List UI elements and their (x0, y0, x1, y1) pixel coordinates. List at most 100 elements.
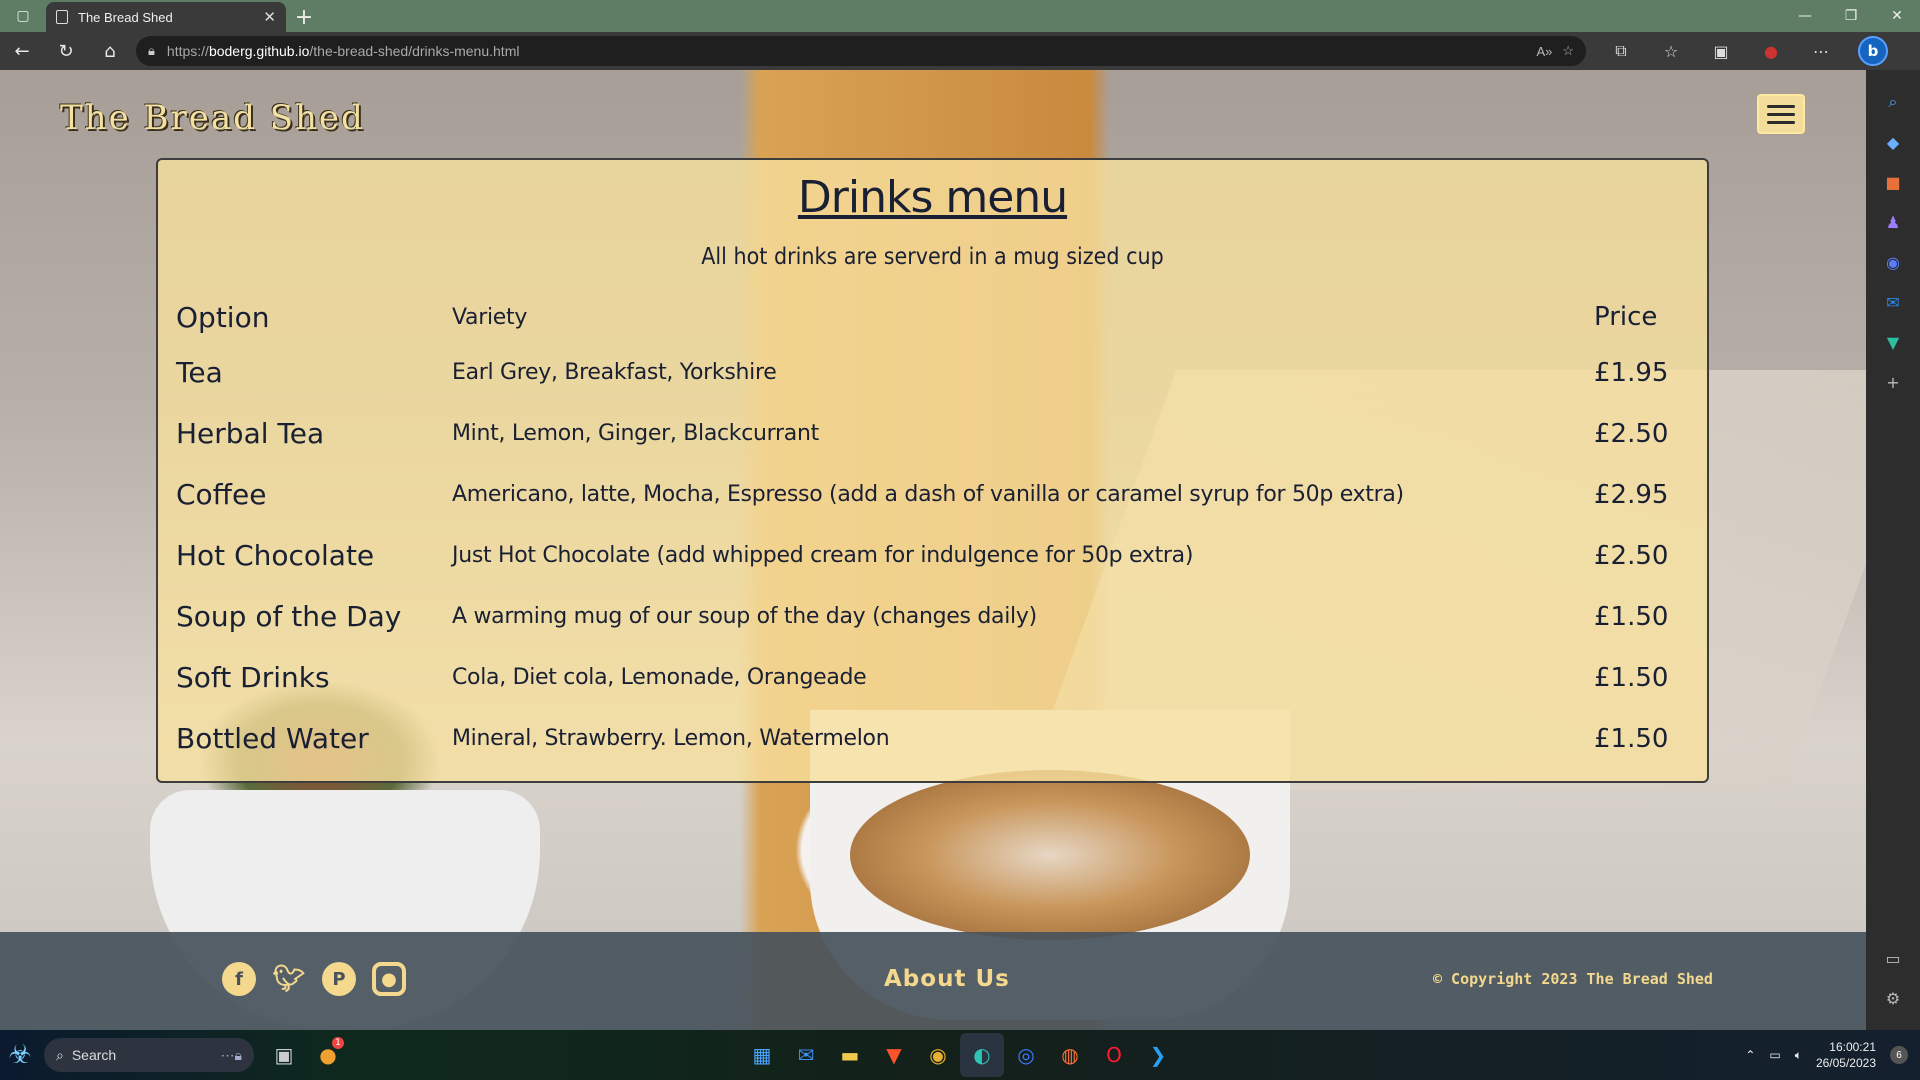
page-viewport: The Bread Shed Drinks menu All hot drink… (0, 70, 1866, 1030)
clock[interactable]: 16:00:21 26/05/2023 (1816, 1039, 1876, 1071)
tab-title: The Bread Shed (78, 9, 173, 25)
browser-tab[interactable]: The Bread Shed ✕ (46, 2, 286, 32)
drinks-table: Option Variety Price Tea Earl Grey, Brea… (176, 292, 1706, 769)
table-row: Soup of the Day A warming mug of our sou… (176, 586, 1706, 647)
favorites-icon[interactable]: ☆ (1646, 32, 1696, 70)
notification-badge[interactable]: 6 (1890, 1046, 1908, 1064)
chevron-up-icon[interactable]: ⌃ (1745, 1048, 1755, 1062)
menu-title: Drinks menu (797, 172, 1068, 223)
office-icon[interactable]: ◉ (1878, 242, 1908, 282)
about-us-link[interactable]: About Us (884, 966, 1010, 992)
window-close-icon[interactable]: ✕ (1874, 0, 1920, 32)
mail-icon[interactable]: ✉ (784, 1033, 828, 1077)
window-controls: — ❐ ✕ (1782, 0, 1920, 32)
file-explorer-icon[interactable]: ▬ (828, 1033, 872, 1077)
variety-cell: Mint, Lemon, Ginger, Blackcurrant (452, 421, 819, 446)
twitter-icon[interactable]: 🐦︎ (272, 962, 306, 996)
bing-chat-icon[interactable]: b (1858, 36, 1888, 66)
tools-icon[interactable]: ■ (1878, 162, 1908, 202)
profile-icon[interactable]: ● (1746, 32, 1796, 70)
hamburger-menu-button[interactable] (1757, 94, 1805, 134)
variety-cell: A warming mug of our soup of the day (ch… (452, 604, 1037, 629)
outlook-icon[interactable]: ✉ (1878, 282, 1908, 322)
new-tab-button[interactable]: + (286, 2, 322, 32)
start-icon[interactable]: ☣ (2, 1037, 38, 1073)
header-option: Option (176, 300, 270, 334)
option-cell: Soup of the Day (176, 600, 402, 633)
volume-icon[interactable]: 🔈︎ (1795, 1048, 1802, 1063)
windows-taskbar: ☣ ⌕ Search ⋯🔒︎ ▣ ● 1 ▦ ✉ ▬ ▼ ◉ ◐ ◎ ◍ O ❯ … (0, 1030, 1920, 1080)
variety-cell: Just Hot Chocolate (add whipped cream fo… (452, 543, 1194, 568)
extensions-icon[interactable]: ⧉ (1596, 32, 1646, 70)
price-cell: £1.95 (1594, 357, 1669, 388)
system-tray: ⌃ ▭ 🔈︎ 16:00:21 26/05/2023 6 (1745, 1039, 1908, 1071)
firefox-developer-icon[interactable]: ◎ (1004, 1033, 1048, 1077)
variety-cell: Cola, Diet cola, Lemonade, Orangeade (452, 665, 867, 690)
header-variety: Variety (452, 304, 528, 330)
store-icon[interactable]: ▦ (740, 1033, 784, 1077)
background-latte-art (850, 770, 1250, 940)
option-cell: Soft Drinks (176, 661, 330, 694)
opera-icon[interactable]: O (1092, 1033, 1136, 1077)
taskbar-pinned-apps: ▦ ✉ ▬ ▼ ◉ ◐ ◎ ◍ O ❯ (740, 1033, 1180, 1077)
app-with-badge-icon[interactable]: ● 1 (306, 1033, 350, 1077)
collections-icon[interactable]: ▣ (1696, 32, 1746, 70)
option-cell: Coffee (176, 478, 267, 511)
close-icon[interactable]: ✕ (263, 8, 276, 26)
menu-bar-icon (1767, 104, 1795, 108)
vscode-icon[interactable]: ❯ (1136, 1033, 1180, 1077)
option-cell: Herbal Tea (176, 417, 325, 450)
network-icon[interactable]: ▭ (1769, 1048, 1780, 1062)
edge-icon[interactable]: ◐ (960, 1033, 1004, 1077)
site-logo[interactable]: The Bread Shed (60, 98, 365, 138)
restore-icon[interactable]: ❐ (1828, 0, 1874, 32)
add-favorite-icon[interactable]: ☆ (1562, 43, 1574, 59)
url-bar[interactable]: 🔒︎ https:// boderg.github.io /the-bread-… (136, 36, 1586, 66)
firefox-icon[interactable]: ◍ (1048, 1033, 1092, 1077)
more-icon[interactable]: ⋯ (1796, 32, 1846, 70)
chrome-icon[interactable]: ◉ (916, 1033, 960, 1077)
table-header-row: Option Variety Price (176, 292, 1706, 342)
address-toolbar: ← ↻ ⌂ 🔒︎ https:// boderg.github.io /the-… (0, 32, 1920, 70)
read-aloud-icon[interactable]: A» (1536, 44, 1552, 59)
table-row: Bottled Water Mineral, Strawberry. Lemon… (176, 708, 1706, 769)
tab-actions-icon[interactable]: ▢ (0, 0, 46, 32)
taskbar-search-label: Search (71, 1047, 117, 1063)
menu-subtitle: All hot drinks are serverd in a mug size… (701, 244, 1164, 270)
lock-icon[interactable]: 🔒︎ (148, 43, 155, 59)
price-cell: £2.50 (1594, 418, 1669, 449)
add-sidebar-app-icon[interactable]: + (1878, 362, 1908, 402)
menu-bar-icon (1767, 112, 1795, 116)
drop-icon[interactable]: ▼ (1878, 322, 1908, 362)
taskbar-left-apps: ▣ ● 1 (262, 1033, 350, 1077)
table-row: Herbal Tea Mint, Lemon, Ginger, Blackcur… (176, 403, 1706, 464)
clock-date: 26/05/2023 (1815, 1056, 1876, 1070)
task-view-icon[interactable]: ▣ (262, 1033, 306, 1077)
refresh-icon[interactable]: ↻ (44, 32, 88, 70)
taskbar-search[interactable]: ⌕ Search ⋯🔒︎ (44, 1038, 254, 1072)
option-cell: Bottled Water (176, 722, 369, 755)
minimize-icon[interactable]: — (1782, 0, 1828, 32)
home-icon[interactable]: ⌂ (88, 32, 132, 70)
games-icon[interactable]: ♟ (1878, 202, 1908, 242)
shopping-icon[interactable]: ◆ (1878, 122, 1908, 162)
facebook-icon[interactable]: f (222, 962, 256, 996)
site-footer: f 🐦︎ P ● About Us © Copyright 2023 The B… (0, 932, 1866, 1030)
sidebar-settings-icon[interactable]: ⚙ (1878, 978, 1908, 1018)
page-icon (56, 10, 68, 24)
clock-time: 16:00:21 (1829, 1040, 1876, 1054)
back-icon[interactable]: ← (0, 32, 44, 70)
price-cell: £2.95 (1594, 479, 1669, 510)
price-cell: £1.50 (1594, 662, 1669, 693)
app-badge: 1 (332, 1037, 344, 1049)
table-row: Tea Earl Grey, Breakfast, Yorkshire £1.9… (176, 342, 1706, 403)
search-highlight-icon: ⋯🔒︎ (220, 1046, 242, 1063)
instagram-icon[interactable]: ● (372, 962, 406, 996)
pinterest-icon[interactable]: P (322, 962, 356, 996)
sidebar-search-icon[interactable]: ⌕ (1878, 82, 1908, 122)
hide-sidebar-icon[interactable]: ▭ (1878, 938, 1908, 978)
variety-cell: Americano, latte, Mocha, Espresso (add a… (452, 482, 1404, 507)
brave-icon[interactable]: ▼ (872, 1033, 916, 1077)
price-cell: £2.50 (1594, 540, 1669, 571)
price-cell: £1.50 (1594, 601, 1669, 632)
